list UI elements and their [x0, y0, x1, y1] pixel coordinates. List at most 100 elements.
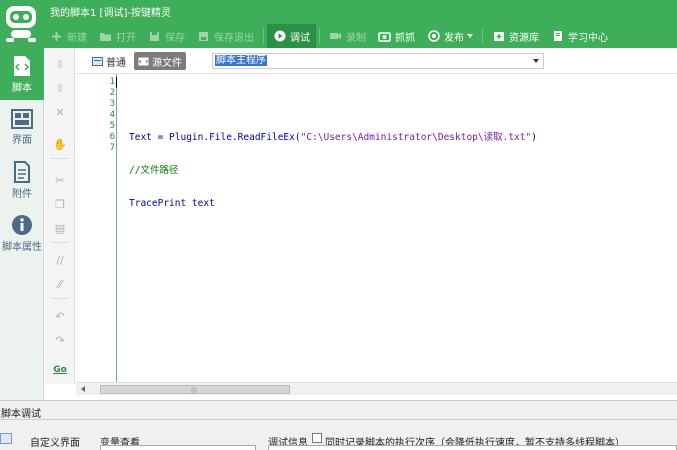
- text-caret: [116, 77, 117, 88]
- scrollbar-thumb[interactable]: |||: [100, 385, 290, 394]
- debug-label: 调试: [290, 32, 310, 44]
- save-icon: [148, 30, 161, 43]
- mode-normal-label: 普通: [106, 57, 126, 69]
- window-title: 我的脚本1 [调试]-按键精灵: [50, 8, 171, 19]
- save-label: 保存: [165, 32, 185, 44]
- sidebar-item-script[interactable]: 脚本: [0, 48, 44, 100]
- line-number: 7: [109, 143, 115, 153]
- line-number: 3: [109, 99, 115, 109]
- script-icon: [14, 55, 30, 76]
- redo-icon[interactable]: ↷: [52, 332, 68, 348]
- attachment-icon: [14, 160, 30, 183]
- paste-icon[interactable]: ▤: [52, 220, 68, 236]
- delete-icon[interactable]: ✕: [52, 104, 68, 120]
- record-label: 录制: [346, 32, 366, 44]
- plus-icon: [50, 30, 63, 43]
- open-label: 打开: [116, 32, 136, 44]
- title-toolbar-bar: 我的脚本1 [调试]-按键精灵 新建 打开 保存 保存退出 调试 录制 抓抓 发…: [0, 0, 677, 48]
- save-button[interactable]: 保存: [142, 24, 191, 48]
- code-string: "C:\Users\Administrator\Desktop\读取.txt": [300, 132, 532, 143]
- sidebar-item-label: 附件: [12, 188, 32, 200]
- source-file-icon: [138, 57, 149, 65]
- publish-button[interactable]: 发布: [421, 24, 479, 48]
- line-number: 5: [109, 121, 115, 131]
- chevron-down-icon: [467, 34, 473, 38]
- sidebar-item-attachment[interactable]: 附件: [0, 154, 44, 206]
- sidebar-item-script-properties[interactable]: 脚本属性: [0, 207, 44, 259]
- debug-button[interactable]: 调试: [267, 24, 316, 48]
- code-token: ): [531, 132, 537, 143]
- uncomment-icon[interactable]: ⁄⁄: [52, 276, 68, 292]
- toolbar-separator: [51, 298, 69, 299]
- left-sidebar: 脚本 界面 附件 脚本属性: [0, 48, 44, 400]
- mode-source-label: 源文件: [152, 57, 182, 69]
- mode-source-button[interactable]: 源文件: [134, 52, 186, 70]
- sidebar-item-label: 界面: [12, 134, 32, 146]
- sidebar-item-label: 脚本属性: [2, 241, 42, 253]
- debug-panel-title: 脚本调试: [1, 409, 41, 420]
- record-icon: [329, 30, 342, 43]
- main-toolbar: 新建 打开 保存 保存退出 调试 录制 抓抓 发布 资源库 学习中心: [44, 24, 614, 48]
- record-button[interactable]: 录制: [323, 24, 372, 48]
- move-up-icon[interactable]: ⇧: [52, 80, 68, 96]
- save-exit-button[interactable]: 保存退出: [191, 24, 260, 48]
- capture-icon: [378, 30, 391, 43]
- code-line: //文件路径: [129, 165, 537, 176]
- cut-icon[interactable]: ✂: [52, 172, 68, 188]
- code-token: TracePrint text: [129, 198, 215, 209]
- code-text[interactable]: ​ Text = Plugin.File.ReadFileEx("C:\User…: [129, 77, 537, 231]
- move-down-icon[interactable]: ⇩: [52, 56, 68, 72]
- code-editor[interactable]: 1 2 3 4 5 6 7 ​ Text = Plugin.File.ReadF…: [76, 74, 677, 382]
- toolbar-separator: [482, 28, 483, 44]
- comment-icon[interactable]: //: [52, 252, 68, 268]
- play-icon: [273, 30, 286, 43]
- interface-icon: [11, 108, 33, 129]
- new-label: 新建: [67, 32, 87, 44]
- open-button[interactable]: 打开: [93, 24, 142, 48]
- undo-icon[interactable]: ↶: [52, 308, 68, 324]
- new-button[interactable]: 新建: [44, 24, 93, 48]
- goto-icon[interactable]: Go: [52, 362, 68, 378]
- editor-header: 普通 源文件 脚本主程序: [76, 48, 677, 74]
- debug-log-box[interactable]: [268, 445, 677, 450]
- subroutine-select-value: 脚本主程序: [215, 55, 267, 66]
- gutter-divider: [116, 74, 117, 382]
- line-number: 1: [109, 77, 115, 87]
- hand-icon[interactable]: ✋: [52, 136, 68, 152]
- capture-label: 抓抓: [395, 32, 415, 44]
- mode-normal-button[interactable]: 普通: [88, 52, 130, 70]
- code-line: Text = Plugin.File.ReadFileEx("C:\Users\…: [129, 132, 537, 143]
- resource-icon: [492, 30, 505, 43]
- publish-icon: [427, 30, 440, 43]
- toolbar-separator: [263, 28, 264, 44]
- var-view-list[interactable]: [100, 445, 256, 450]
- vertical-toolbar: ⇩ ⇧ ✕ ✋ ✂ ❐ ▤ // ⁄⁄ ↶ ↷ Go: [45, 48, 75, 384]
- horizontal-scrollbar[interactable]: |||: [76, 382, 677, 395]
- publish-label: 发布: [444, 32, 464, 44]
- custom-ui-label[interactable]: 自定义界面: [30, 434, 80, 449]
- scroll-left-icon[interactable]: [81, 386, 85, 392]
- learning-center-button[interactable]: 学习中心: [545, 24, 614, 48]
- grip-icon: |||: [191, 387, 198, 394]
- record-order-checkbox[interactable]: [312, 433, 322, 443]
- toolbar-separator: [51, 158, 69, 159]
- learning-center-label: 学习中心: [568, 32, 608, 44]
- toolbar-separator: [319, 28, 320, 44]
- resource-library-button[interactable]: 资源库: [486, 24, 545, 48]
- save-exit-icon: [197, 30, 210, 43]
- book-icon: [551, 30, 564, 43]
- info-icon: [12, 214, 32, 235]
- sidebar-item-interface[interactable]: 界面: [0, 101, 44, 153]
- capture-button[interactable]: 抓抓: [372, 24, 421, 48]
- subroutine-select[interactable]: 脚本主程序: [212, 53, 544, 69]
- line-number: 6: [109, 132, 115, 142]
- normal-view-icon: [92, 56, 103, 66]
- copy-icon[interactable]: ❐: [52, 196, 68, 212]
- chevron-down-icon: [533, 59, 539, 63]
- app-logo: [2, 2, 40, 46]
- line-number: 4: [109, 110, 115, 120]
- line-number: 2: [109, 88, 115, 98]
- debug-panel: 脚本调试 自定义界面 变量查看 调试信息 同时记录脚本的执行次序（会降低执行速度…: [0, 400, 677, 450]
- resource-library-label: 资源库: [509, 32, 539, 44]
- debug-divider: [0, 419, 677, 420]
